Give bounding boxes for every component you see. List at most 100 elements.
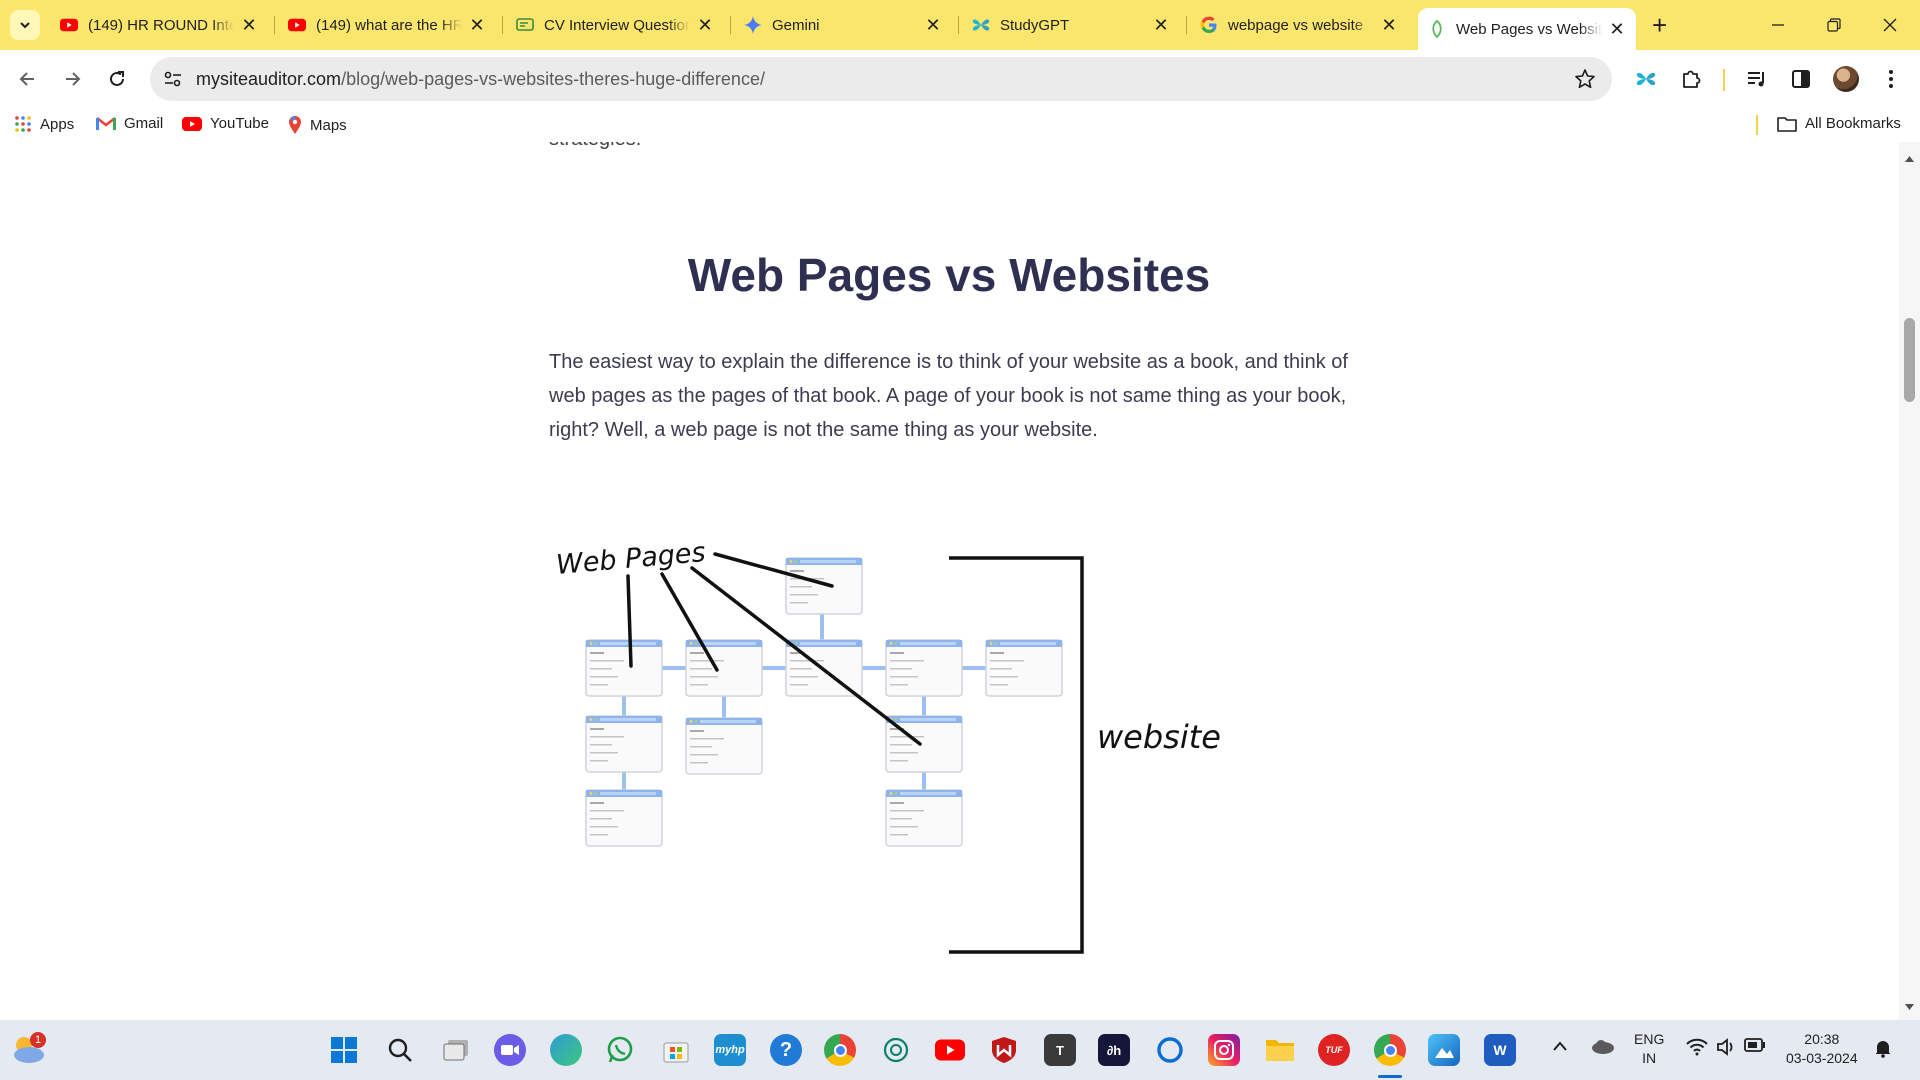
close-icon[interactable]: ✕ — [468, 16, 486, 34]
scroll-down-icon[interactable] — [1905, 1004, 1914, 1010]
chrome-menu-button[interactable] — [1874, 62, 1908, 96]
get-help-app[interactable]: ? — [770, 1034, 802, 1066]
address-bar[interactable]: mysiteauditor.com/blog/web-pages-vs-webs… — [150, 57, 1612, 101]
close-icon[interactable]: ✕ — [924, 16, 942, 34]
web-pages-vs-websites-diagram: Web Pages website — [549, 494, 1249, 1020]
taskbar-search-button[interactable] — [384, 1034, 416, 1066]
forward-button[interactable] — [56, 62, 90, 96]
battery-icon — [1744, 1038, 1765, 1052]
media-queue-icon — [1748, 72, 1764, 87]
page-scrollbar[interactable] — [1899, 142, 1920, 1020]
tab-web-pages-vs-websites[interactable]: Web Pages vs Websites ✕ — [1418, 8, 1636, 50]
tab-title: CV Interview Questions — [544, 16, 690, 34]
mcafee-app[interactable] — [988, 1034, 1020, 1066]
file-explorer-app[interactable] — [1264, 1034, 1296, 1066]
page-thumbnail — [885, 639, 963, 697]
close-icon[interactable]: ✕ — [1152, 16, 1170, 34]
reload-button[interactable] — [100, 62, 134, 96]
puzzle-icon — [1683, 70, 1701, 88]
cut-off-text: strategies. — [549, 142, 641, 151]
search-icon — [388, 1038, 412, 1062]
chrome-pinned-app[interactable] — [824, 1034, 856, 1066]
weather-widget[interactable]: 1 — [10, 1032, 46, 1071]
tab-studygpt[interactable]: StudyGPT ✕ — [962, 8, 1180, 42]
minimize-button[interactable] — [1758, 10, 1798, 40]
tab-hr-round[interactable]: (149) HR ROUND Interview ✕ — [50, 8, 268, 42]
photos-app[interactable] — [1428, 1034, 1460, 1066]
tab-what-are-hr[interactable]: (149) what are the HR round ✕ — [278, 8, 496, 42]
bell-icon — [1876, 1041, 1890, 1058]
folder-icon — [1777, 116, 1797, 132]
scroll-up-icon[interactable] — [1905, 156, 1914, 162]
folder-icon — [1266, 1040, 1294, 1061]
diagram-svg: Web Pages website — [555, 537, 1221, 954]
bookmark-maps[interactable]: Maps — [288, 115, 347, 135]
whatsapp-app[interactable] — [604, 1034, 636, 1066]
close-icon[interactable]: ✕ — [696, 16, 714, 34]
extensions-button[interactable] — [1674, 62, 1708, 96]
youtube-icon — [935, 1039, 965, 1061]
task-view-button[interactable] — [440, 1034, 472, 1066]
studygpt-extension-button[interactable] — [1629, 62, 1663, 96]
close-icon[interactable]: ✕ — [1608, 20, 1626, 38]
mysiteauditor-icon — [1428, 20, 1446, 38]
bookmark-star-icon[interactable] — [1574, 68, 1596, 95]
dh-app[interactable]: ∂h — [1098, 1034, 1130, 1066]
new-tab-button[interactable]: + — [1652, 12, 1667, 38]
close-icon[interactable]: ✕ — [1380, 16, 1398, 34]
profile-button[interactable] — [1829, 62, 1863, 96]
myhp-app[interactable]: myhp — [714, 1034, 746, 1066]
site-settings-icon[interactable] — [162, 68, 184, 95]
teams-chat-app[interactable] — [494, 1034, 526, 1066]
side-panel-button[interactable] — [1784, 62, 1818, 96]
scrollbar-thumb[interactable] — [1904, 318, 1915, 402]
page-viewport: strategies. Web Pages vs Websites The ea… — [0, 142, 1899, 1020]
tab-search-button[interactable] — [10, 10, 40, 40]
close-icon[interactable]: ✕ — [240, 16, 258, 34]
language-code: ENG — [1634, 1031, 1665, 1047]
start-button[interactable] — [328, 1034, 360, 1066]
edge-browser-app[interactable] — [550, 1034, 582, 1066]
typora-app[interactable]: T — [1044, 1034, 1076, 1066]
photos-icon — [1435, 1048, 1454, 1058]
chrome-icon — [833, 1043, 847, 1057]
word-app[interactable]: W — [1484, 1034, 1516, 1066]
media-control-button[interactable] — [1740, 62, 1774, 96]
bookmark-youtube[interactable]: YouTube — [182, 115, 269, 132]
tab-gemini[interactable]: Gemini ✕ — [734, 8, 952, 42]
clock[interactable]: 20:38 03-03-2024 — [1786, 1030, 1858, 1068]
volume-icon — [1717, 1038, 1733, 1056]
close-window-button[interactable] — [1870, 10, 1910, 40]
back-button[interactable] — [10, 62, 44, 96]
quick-settings-button[interactable] — [1686, 1038, 1766, 1056]
studygpt-icon — [972, 16, 990, 34]
web-pages-label: Web Pages — [555, 537, 707, 581]
studygpt-icon — [1636, 72, 1656, 86]
more-vertical-icon — [1889, 70, 1893, 88]
microsoft-store-app[interactable] — [660, 1034, 692, 1066]
side-panel-icon — [1792, 70, 1810, 88]
chatgpt-app[interactable] — [880, 1034, 912, 1066]
tab-title: (149) HR ROUND Interview — [88, 16, 234, 34]
page-thumbnail — [985, 639, 1063, 697]
onedrive-button[interactable] — [1590, 1037, 1616, 1060]
youtube-app[interactable] — [934, 1034, 966, 1066]
tab-cv-interview[interactable]: CV Interview Questions ✕ — [506, 8, 724, 42]
show-hidden-icons-button[interactable] — [1552, 1038, 1568, 1057]
input-language-indicator[interactable]: ENG IN — [1634, 1030, 1664, 1068]
tab-google-search[interactable]: webpage vs website ✕ — [1190, 8, 1408, 42]
notifications-button[interactable] — [1874, 1038, 1892, 1063]
chrome-active-app[interactable] — [1374, 1034, 1406, 1066]
cortana-app[interactable] — [1154, 1034, 1186, 1066]
bookmark-label: Gmail — [124, 115, 164, 132]
cloud-icon — [1592, 1040, 1614, 1054]
bookmark-gmail[interactable]: Gmail — [96, 115, 163, 132]
tab-title: webpage vs website — [1228, 16, 1364, 34]
chrome-icon — [1383, 1043, 1397, 1057]
store-icon — [663, 1042, 689, 1063]
all-bookmarks-button[interactable]: All Bookmarks — [1777, 115, 1901, 132]
tuf-app[interactable]: TUF — [1318, 1034, 1350, 1066]
restore-button[interactable] — [1814, 10, 1854, 40]
bookmark-apps[interactable]: Apps — [14, 115, 74, 133]
instagram-app[interactable] — [1208, 1034, 1240, 1066]
